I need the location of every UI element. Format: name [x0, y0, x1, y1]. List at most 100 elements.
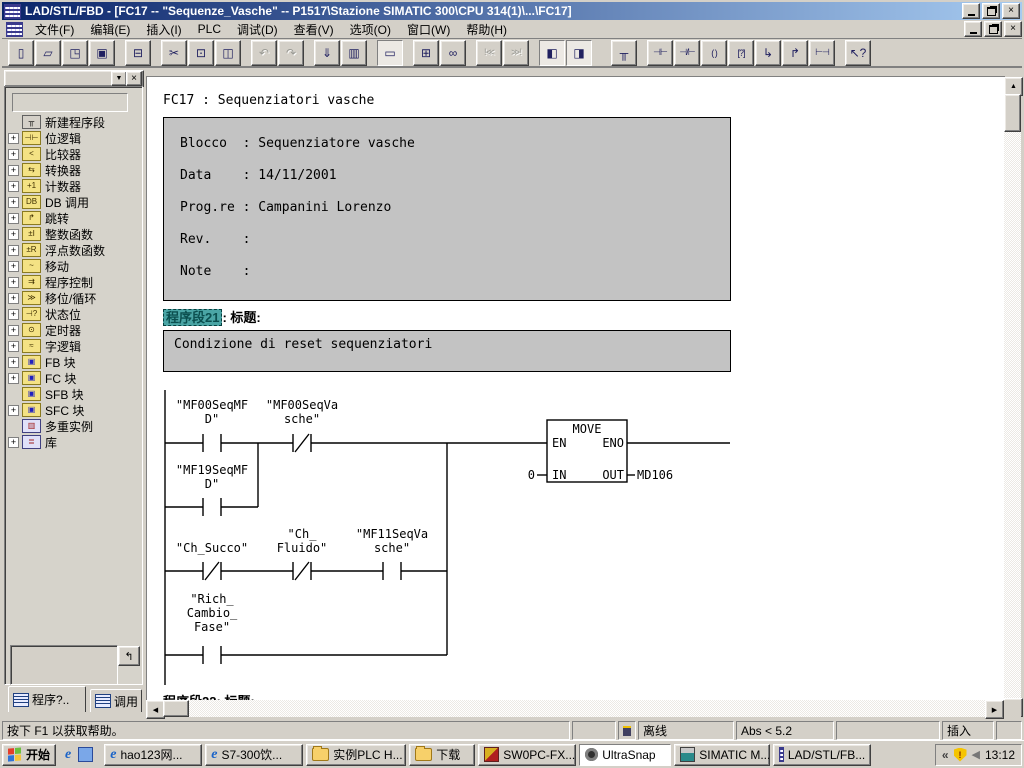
child-close-button[interactable]: × [1004, 21, 1022, 37]
tree-item-word-logic[interactable]: +≈字逻辑 [8, 338, 136, 354]
expand-icon[interactable]: + [8, 197, 19, 208]
address-identification-button[interactable]: ▭ [377, 40, 403, 66]
horizontal-scroll-thumb[interactable] [163, 700, 189, 717]
task-lad-stl-fbd[interactable]: LAD/STL/FB... [773, 744, 871, 766]
vertical-scrollbar[interactable]: ▲ ▼ [1004, 77, 1021, 717]
menu-insert[interactable]: 插入(I) [138, 19, 189, 40]
tree-item-integer-fn[interactable]: +±I整数函数 [8, 226, 136, 242]
move-in-value[interactable]: 0 [505, 468, 535, 482]
contact-operand[interactable]: "MF00SeqMF D" [160, 398, 264, 426]
vertical-scroll-thumb[interactable] [1004, 94, 1021, 132]
symbol-table-button[interactable]: ⊞ [413, 40, 439, 66]
task-hao123[interactable]: ehao123网... [104, 744, 202, 766]
contact-operand[interactable]: "Ch_ Fluido" [250, 527, 354, 555]
no-contact-button[interactable]: ⊣⊢ [647, 40, 673, 66]
expand-icon[interactable]: + [8, 133, 19, 144]
tree-item-program-control[interactable]: +⇉程序控制 [8, 274, 136, 290]
close-button[interactable]: × [1002, 3, 1020, 19]
start-button[interactable]: 开始 [2, 744, 56, 766]
expand-icon[interactable]: + [8, 373, 19, 384]
contact-operand[interactable]: "MF00SeqVa sche" [250, 398, 354, 426]
help-select-button[interactable]: ↖? [845, 40, 871, 66]
connector-button[interactable]: ⊢⊣ [809, 40, 835, 66]
tree-item-new-network[interactable]: ╥新建程序段 [8, 114, 136, 130]
print-button[interactable]: ⊟ [125, 40, 151, 66]
task-download[interactable]: 下载 [409, 744, 475, 766]
tree-item-converter[interactable]: +⇆转换器 [8, 162, 136, 178]
minimize-button[interactable] [962, 3, 980, 19]
new-button[interactable]: ▯ [8, 40, 34, 66]
open-button[interactable]: ▱ [35, 40, 61, 66]
menu-view[interactable]: 查看(V) [286, 19, 342, 40]
tree-item-multi-instance[interactable]: ▥多重实例 [8, 418, 136, 434]
tree-item-move[interactable]: +~移动 [8, 258, 136, 274]
contact-operand[interactable]: "MF19SeqMF D" [160, 463, 264, 491]
expand-icon[interactable]: + [8, 341, 19, 352]
expand-icon[interactable]: + [8, 213, 19, 224]
copy-button[interactable]: ⊡ [188, 40, 214, 66]
menu-debug[interactable]: 调试(D) [229, 19, 286, 40]
horizontal-scrollbar[interactable]: ◀ ▶ [146, 700, 1004, 717]
expand-icon[interactable]: + [8, 165, 19, 176]
expand-icon[interactable]: + [8, 325, 19, 336]
expand-icon[interactable]: + [8, 437, 19, 448]
menu-options[interactable]: 选项(O) [342, 19, 399, 40]
task-ultrasnap[interactable]: UltraSnap [579, 744, 671, 766]
tree-item-sfc-blocks[interactable]: +▣SFC 块 [8, 402, 136, 418]
move-box-title[interactable]: MOVE [547, 422, 627, 436]
tree-item-shift-rotate[interactable]: +≫移位/循环 [8, 290, 136, 306]
expand-icon[interactable]: + [8, 405, 19, 416]
monitor-values-button[interactable]: ▥ [341, 40, 367, 66]
child-restore-button[interactable] [984, 21, 1002, 37]
coil-button[interactable]: ( ) [701, 40, 727, 66]
menu-help[interactable]: 帮助(H) [458, 19, 515, 40]
tree-item-status-bits[interactable]: +⊣?状态位 [8, 306, 136, 322]
contact-operand[interactable]: "Ch_Succo" [160, 541, 264, 555]
quick-launch-ie-icon[interactable]: e [65, 747, 71, 763]
redo-button[interactable]: ↷ [278, 40, 304, 66]
save-as-button[interactable]: ◳ [62, 40, 88, 66]
expand-icon[interactable]: + [8, 245, 19, 256]
expand-icon[interactable]: + [8, 149, 19, 160]
tree-item-bit-logic[interactable]: +⊣⊢位逻辑 [8, 130, 136, 146]
menu-window[interactable]: 窗口(W) [399, 19, 458, 40]
close-branch-button[interactable]: ↱ [782, 40, 808, 66]
preview-toggle-button[interactable]: ↰ [118, 646, 140, 666]
volume-icon[interactable]: ◀ [972, 748, 980, 761]
undo-button[interactable]: ↶ [251, 40, 277, 66]
network-title-line[interactable]: 程序段21: 标题: [163, 307, 261, 326]
task-shili-plc[interactable]: 实例PLC H... [306, 744, 406, 766]
nc-contact-button[interactable]: ⊣/⊢ [674, 40, 700, 66]
sidebar-close-button[interactable]: × [126, 71, 142, 86]
tree-item-timers[interactable]: +⊙定时器 [8, 322, 136, 338]
task-s7-300[interactable]: eS7-300饮... [205, 744, 303, 766]
cut-button[interactable]: ✂ [161, 40, 187, 66]
expand-icon[interactable]: + [8, 357, 19, 368]
sidebar-dropdown-button[interactable]: ▼ [111, 71, 127, 86]
expand-icon[interactable]: + [8, 261, 19, 272]
scroll-right-button[interactable]: ▶ [985, 700, 1004, 719]
tree-item-counter[interactable]: ++1计数器 [8, 178, 136, 194]
new-network-button[interactable]: ╥ [611, 40, 637, 66]
tab-call-structure[interactable]: 调用 [90, 689, 142, 712]
network-comment[interactable]: Condizione di reset sequenziatori [163, 330, 731, 372]
overview-toggle-button[interactable]: ◧ [539, 40, 565, 66]
network-label-selected[interactable]: 程序段21 [163, 309, 222, 326]
move-out-operand[interactable]: MD106 [637, 468, 673, 482]
tray-chevron-icon[interactable]: « [942, 748, 949, 762]
tab-program-elements[interactable]: 程序?.. [8, 686, 86, 712]
quick-launch-icon-2[interactable] [78, 747, 93, 762]
menu-edit[interactable]: 编辑(E) [82, 19, 138, 40]
menu-plc[interactable]: PLC [190, 20, 229, 38]
child-minimize-button[interactable] [964, 21, 982, 37]
empty-box-button[interactable]: [?] [728, 40, 754, 66]
tree-item-fc-blocks[interactable]: +▣FC 块 [8, 370, 136, 386]
monitor-onoff-button[interactable]: ∞ [440, 40, 466, 66]
expand-icon[interactable]: + [8, 309, 19, 320]
tree-item-float-fn[interactable]: +±R浮点数函数 [8, 242, 136, 258]
contact-operand[interactable]: "MF11SeqVa sche" [340, 527, 444, 555]
expand-icon[interactable]: + [8, 277, 19, 288]
tree-item-fb-blocks[interactable]: +▣FB 块 [8, 354, 136, 370]
child-window-icon[interactable] [6, 22, 23, 37]
task-simatic-manager[interactable]: SIMATIC M... [674, 744, 770, 766]
